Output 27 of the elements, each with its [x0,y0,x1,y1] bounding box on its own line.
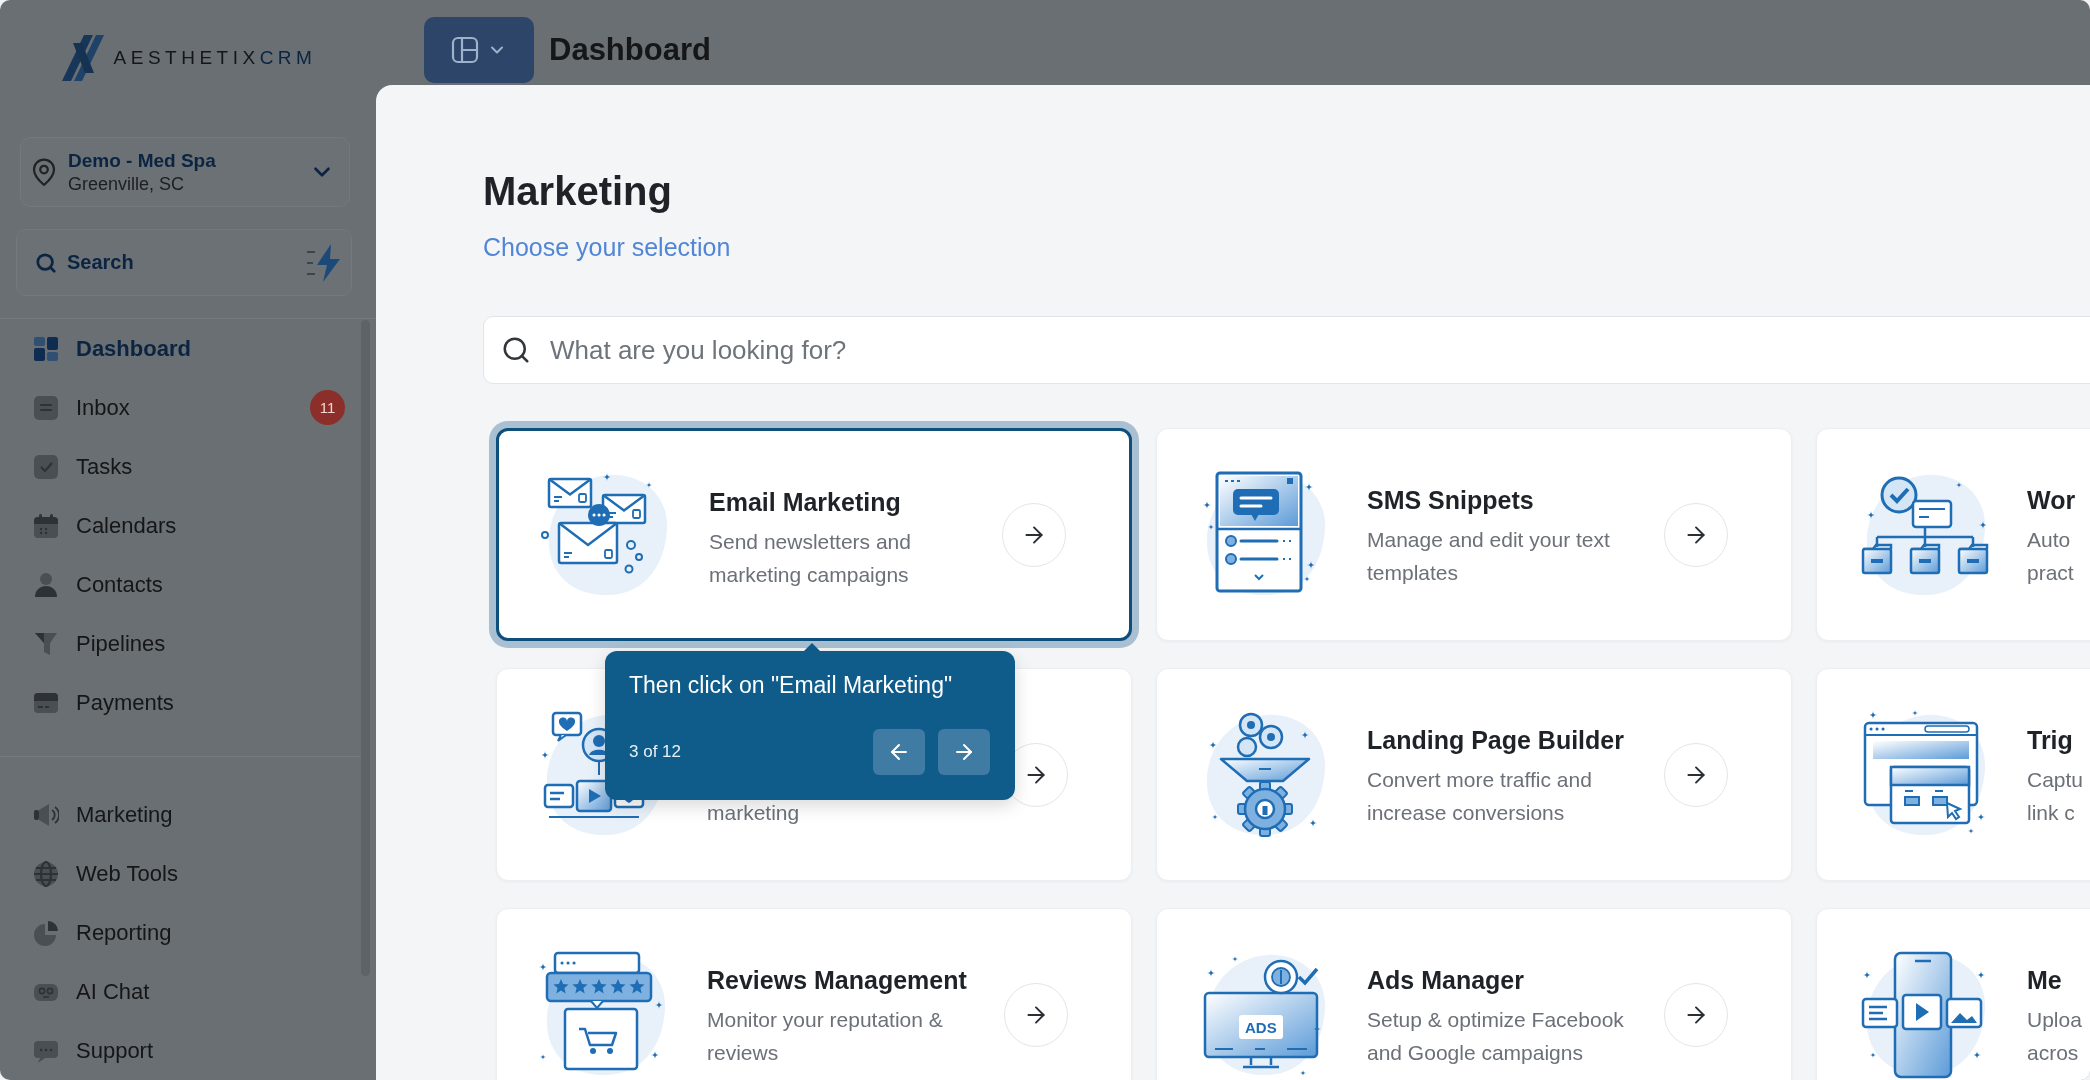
card-title: SMS Snippets [1367,485,1534,516]
card-description: Convert more traffic and increase conversions [1367,767,1593,826]
card-description: Setup & optimize Facebook and Google campaigns [1367,1007,1625,1066]
card-description: Monitor your reputation & reviews [707,1007,944,1066]
page-title: Dashboard [549,31,711,69]
card-description: Captu link c [2027,767,2085,826]
logo-wordmark: AESTHETIX CRM [113,46,317,69]
card-title: Trig [2027,725,2073,756]
card-description: Send newsletters and marketing campaigns [709,529,912,588]
card-description: Auto pract [2027,527,2075,586]
card-description: marketing [707,800,801,826]
card-description: Uploa acros [2027,1007,2083,1066]
unread-count-badge: 11 [310,390,345,425]
card-title: Landing Page Builder [1367,725,1624,756]
card-title: Reviews Management [707,965,967,996]
ads-label: ADS [1245,1018,1277,1036]
card-title: Email Marketing [709,487,901,518]
step-counter: 3 of 12 [629,742,681,762]
card-description: Manage and edit your text templates [1367,527,1611,586]
modal-title: Marketing [483,168,672,215]
tooltip-text: Then click on "Email Marketing" [629,671,953,700]
modal-subtitle: Choose your selection [483,232,731,263]
location-name: Demo - Med Spa [68,149,217,173]
location-address: Greenville, SC [68,173,186,195]
card-title: Me [2027,965,2062,996]
card-title: Ads Manager [1367,965,1524,996]
card-title: Wor [2027,485,2076,516]
